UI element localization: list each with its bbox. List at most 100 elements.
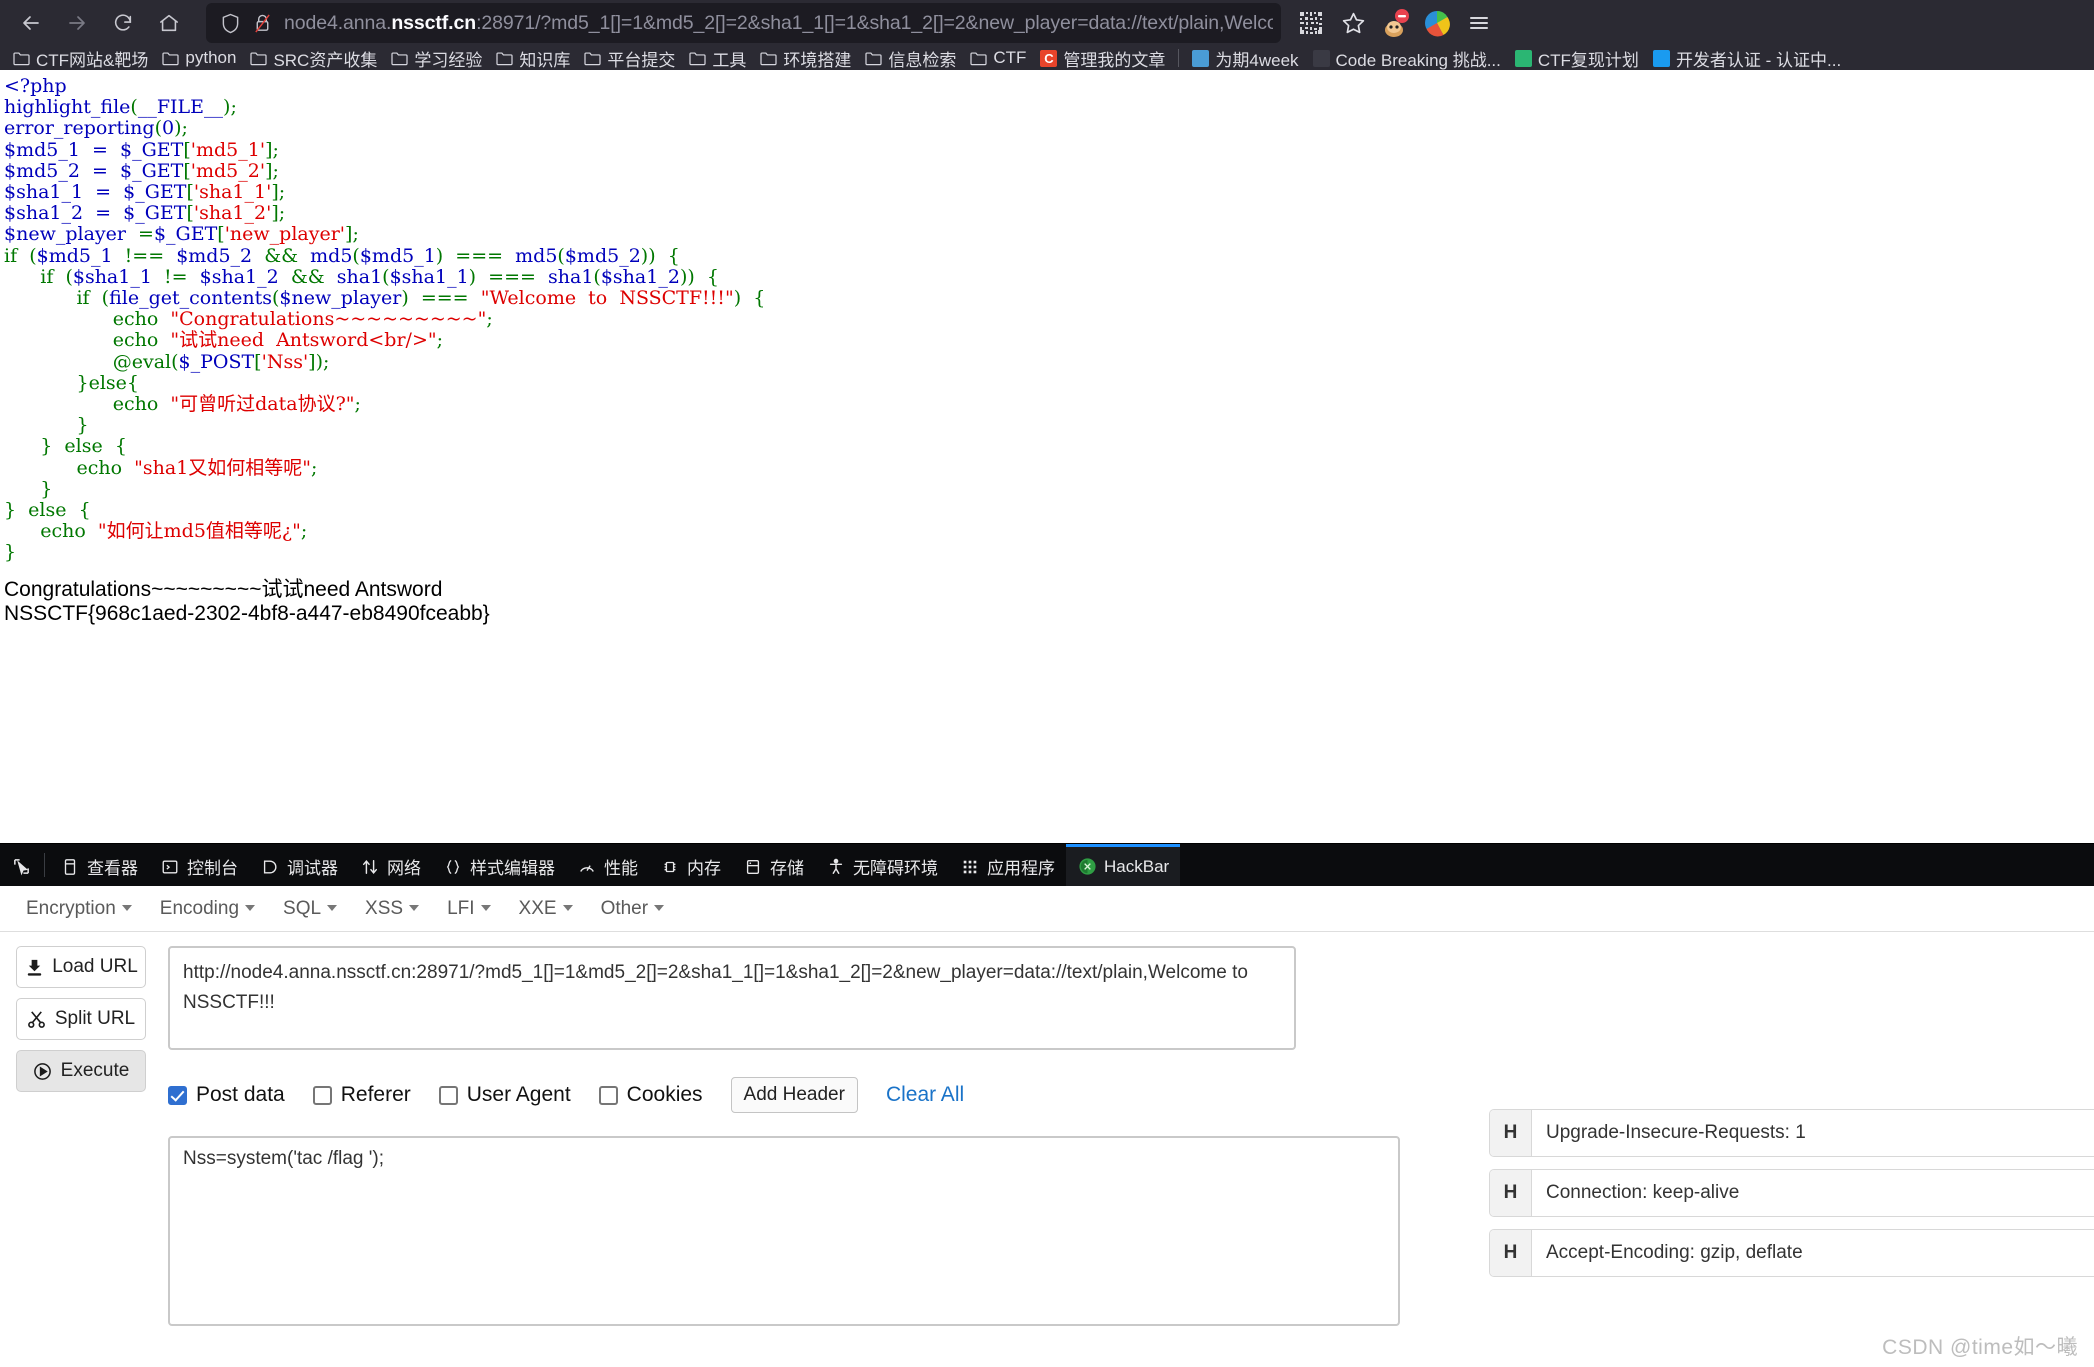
bookmark-item[interactable]: 信息检索 (858, 46, 963, 70)
split-url-button[interactable]: Split URL (16, 998, 146, 1040)
code-token: ; (354, 393, 361, 416)
headers-list: H Upgrade-Insecure-Requests: 1 H Connection… (1489, 1109, 2094, 1289)
menu-icon[interactable] (1459, 3, 1499, 43)
header-row[interactable]: H Accept-Encoding: gzip, deflate (1489, 1229, 2094, 1277)
devtools-tab-7[interactable]: 内存 (649, 844, 732, 886)
devtools-tab-9[interactable]: 无障碍环境 (815, 844, 949, 886)
devtools-tab-label: 无障碍环境 (853, 859, 938, 878)
code-token: "Congratulations~~~~~~~~~" (170, 308, 487, 331)
bookmark-star-icon[interactable] (1333, 3, 1373, 43)
reload-button[interactable] (100, 4, 146, 42)
checkbox[interactable] (598, 1085, 618, 1105)
hackbar-menu-xxe[interactable]: XXE (507, 893, 585, 925)
hackbar-menu-encryption[interactable]: Encryption (14, 893, 144, 925)
address-bar[interactable]: node4.anna.nssctf.cn:28971/?md5_1[]=1&md… (206, 3, 1281, 43)
header-value[interactable]: Accept-Encoding: gzip, deflate (1532, 1230, 2094, 1276)
clear-all-button[interactable]: Clear All (886, 1083, 964, 1107)
code-token: } (4, 435, 53, 458)
add-header-button[interactable]: Add Header (730, 1077, 858, 1113)
bookmark-item[interactable]: 平台提交 (577, 46, 682, 70)
bookmark-label: 平台提交 (607, 50, 676, 70)
page-content: <?php highlight_file(__FILE__); error_re… (0, 70, 2094, 810)
bookmark-item[interactable]: 开发者认证 - 认证中... (1646, 46, 1848, 70)
code-token: file_get_contents (109, 287, 272, 310)
devtools-picker-button[interactable] (2, 844, 40, 886)
bookmark-label: 为期4week (1215, 50, 1299, 70)
code-token: } (4, 499, 17, 522)
browser-chrome: node4.anna.nssctf.cn:28971/?md5_1[]=1&md… (0, 0, 2094, 70)
hackbar-menu-sql[interactable]: SQL (271, 893, 349, 925)
code-token: } (4, 477, 53, 500)
checkbox[interactable] (168, 1085, 187, 1105)
bookmark-item[interactable]: CTF复现计划 (1508, 46, 1646, 70)
url-input[interactable] (168, 946, 1296, 1050)
devtools-tab-5[interactable]: 样式编辑器 (432, 844, 566, 886)
bookmark-item[interactable]: 环境搭建 (753, 46, 858, 70)
devtools-tab-8[interactable]: 存储 (732, 844, 815, 886)
folder-icon (865, 51, 882, 66)
devtools-tab-10[interactable]: 应用程序 (949, 844, 1066, 886)
code-token: md5 (298, 244, 353, 267)
devtools-tab-2[interactable]: 控制台 (149, 844, 249, 886)
code-token: ) (401, 287, 409, 310)
hackbar-menu-encoding[interactable]: Encoding (148, 893, 267, 925)
bookmark-item[interactable]: Code Breaking 挑战... (1306, 46, 1508, 70)
bookmark-item[interactable]: SRC资产收集 (243, 46, 384, 70)
header-value[interactable]: Connection: keep-alive (1532, 1170, 2094, 1216)
option-user-agent[interactable]: User Agent (438, 1083, 571, 1107)
toolbar-divider (44, 853, 45, 877)
bookmark-item[interactable]: python (155, 46, 243, 70)
hackbar-menu-label: Encoding (159, 897, 240, 919)
bookmark-item[interactable]: 知识库 (489, 46, 577, 70)
code-token: 'sha1_2' (193, 202, 272, 225)
bookmark-item[interactable]: 学习经验 (384, 46, 489, 70)
bookmark-item[interactable]: CTF (963, 46, 1033, 70)
devtools-tab-11[interactable]: HackBar (1066, 844, 1181, 886)
option-post-data[interactable]: Post data (168, 1083, 285, 1107)
bookmark-item[interactable]: C 管理我的文章 (1033, 46, 1172, 70)
devtools-tab-4[interactable]: 网络 (349, 844, 432, 886)
console-icon (160, 857, 180, 877)
header-value[interactable]: Upgrade-Insecure-Requests: 1 (1532, 1110, 2094, 1156)
bookmark-item[interactable]: 为期4week (1185, 46, 1305, 70)
adblock-extension-icon[interactable] (1375, 3, 1415, 43)
devtools-tab-6[interactable]: 性能 (566, 844, 649, 886)
option-label: Referer (340, 1083, 411, 1106)
load-url-button[interactable]: Load URL (16, 946, 146, 988)
url-text[interactable]: node4.anna.nssctf.cn:28971/?md5_1[]=1&md… (278, 12, 1273, 35)
devtools-tab-1[interactable]: 查看器 (49, 844, 149, 886)
header-row[interactable]: H Upgrade-Insecure-Requests: 1 (1489, 1109, 2094, 1157)
shield-icon[interactable] (214, 7, 246, 39)
php-output-line-1: Congratulations~~~~~~~~~试试need Antsword (4, 577, 443, 601)
code-token: = (125, 223, 154, 246)
site-favicon-icon (1192, 49, 1210, 67)
code-token: ) (315, 350, 324, 373)
split-url-label: Split URL (54, 1008, 136, 1029)
back-button[interactable] (8, 4, 54, 42)
option-cookies[interactable]: Cookies (598, 1083, 703, 1107)
folder-icon (760, 51, 777, 66)
checkbox[interactable] (312, 1085, 332, 1105)
folder-icon (689, 51, 706, 66)
forward-button[interactable] (54, 4, 100, 42)
colorful-extension-icon[interactable] (1417, 3, 1457, 43)
hackbar-menu-other[interactable]: Other (589, 893, 677, 925)
checkbox[interactable] (438, 1085, 458, 1105)
code-token: } (4, 414, 89, 437)
hackbar-menu-lfi[interactable]: LFI (435, 893, 502, 925)
hackbar-menu-xss[interactable]: XSS (353, 893, 431, 925)
bookmark-item[interactable]: 工具 (682, 46, 753, 70)
execute-button[interactable]: Execute (16, 1050, 146, 1092)
home-button[interactable] (146, 4, 192, 42)
option-referer[interactable]: Referer (312, 1083, 411, 1107)
header-row[interactable]: H Connection: keep-alive (1489, 1169, 2094, 1217)
qr-code-icon[interactable] (1291, 3, 1331, 43)
insecure-lock-icon[interactable] (246, 7, 278, 39)
post-data-input[interactable] (168, 1136, 1400, 1326)
code-token: sha1 (324, 265, 383, 288)
devtools-tab-3[interactable]: 调试器 (249, 844, 349, 886)
bookmark-item[interactable]: CTF网站&靶场 (6, 46, 155, 70)
devtools-tab-label: 应用程序 (987, 859, 1055, 878)
code-token: )) (640, 244, 656, 267)
code-token: else (52, 435, 103, 458)
